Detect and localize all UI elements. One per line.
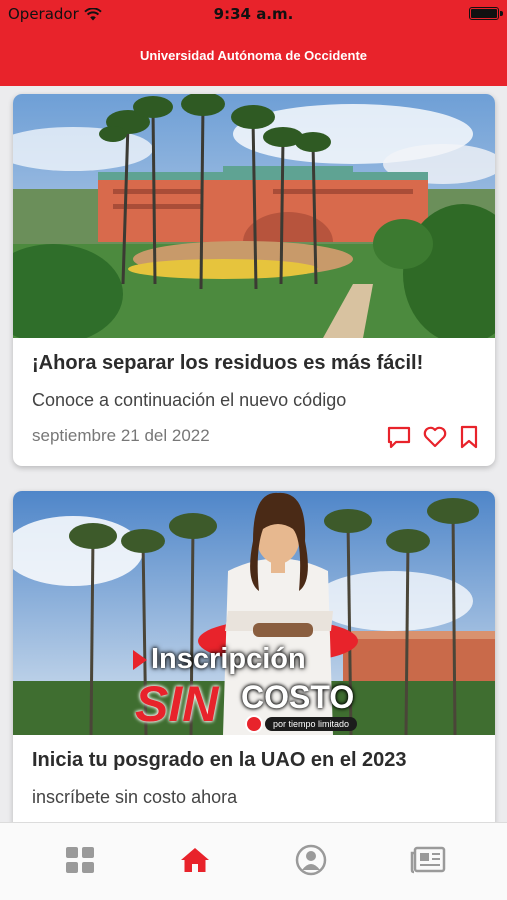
tab-home[interactable] xyxy=(175,843,215,877)
play-icon xyxy=(133,649,147,670)
banner-sin: SIN xyxy=(135,676,219,732)
tab-profile[interactable] xyxy=(291,843,331,877)
tab-news[interactable] xyxy=(408,843,448,877)
banner-tag: por tiempo limitado xyxy=(265,717,358,731)
status-time: 9:34 a.m. xyxy=(213,5,294,23)
status-bar: Operador 9:34 a.m. xyxy=(0,0,507,26)
tab-grid[interactable] xyxy=(60,843,100,877)
heart-icon[interactable] xyxy=(422,424,448,450)
app-header: Universidad Autónoma de Occidente xyxy=(0,26,507,86)
user-icon xyxy=(295,844,327,876)
promo-banner-text: Inscripción SIN COSTO por tiempo limitad… xyxy=(133,643,393,733)
grid-icon xyxy=(66,847,94,873)
card-subtitle: Conoce a continuación el nuevo código xyxy=(32,390,347,410)
news-card[interactable]: Inscripción SIN COSTO por tiempo limitad… xyxy=(13,491,495,824)
news-icon xyxy=(410,846,446,874)
card-title: Inicia tu posgrado en la UAO en el 2023 xyxy=(32,749,407,771)
page-title: Universidad Autónoma de Occidente xyxy=(139,48,368,63)
news-card[interactable]: ¡Ahora separar los residuos es más fácil… xyxy=(13,94,495,466)
banner-line1: Inscripción xyxy=(151,643,306,675)
card-actions xyxy=(386,424,480,450)
card-subtitle: inscríbete sin costo ahora xyxy=(32,787,238,807)
battery-icon xyxy=(469,7,503,20)
card-date: septiembre 21 del 2022 xyxy=(32,426,210,445)
home-icon xyxy=(181,848,209,872)
banner-costo: COSTO xyxy=(241,679,355,715)
tab-bar xyxy=(0,822,507,900)
comment-icon[interactable] xyxy=(386,424,412,450)
clock-icon xyxy=(245,715,263,733)
campus-building-photo[interactable] xyxy=(13,94,495,338)
card-title: ¡Ahora separar los residuos es más fácil… xyxy=(32,352,424,374)
news-feed[interactable]: ¡Ahora separar los residuos es más fácil… xyxy=(0,86,507,824)
bookmark-icon[interactable] xyxy=(458,424,480,450)
